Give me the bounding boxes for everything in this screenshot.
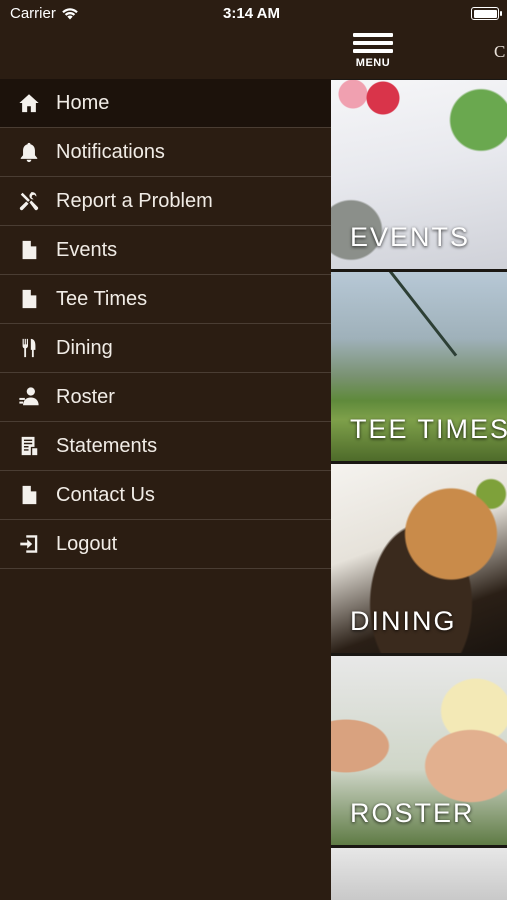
drawer-item-roster[interactable]: Roster — [0, 373, 331, 422]
menu-bar — [353, 49, 393, 53]
home-icon — [0, 92, 56, 114]
menu-bar — [353, 33, 393, 37]
statement-icon — [0, 435, 56, 457]
menu-bar — [353, 41, 393, 45]
tile-title: ROSTER — [350, 798, 475, 828]
tile-title: DINING — [350, 606, 457, 636]
drawer-item-label: Contact Us — [56, 483, 155, 506]
golf-club-image — [381, 272, 458, 357]
menu-button[interactable]: MENU — [353, 33, 393, 69]
tile-title: TEE TIMES — [350, 414, 507, 444]
drawer-item-label: Events — [56, 238, 118, 261]
tools-icon — [0, 190, 56, 212]
logout-icon — [0, 533, 56, 555]
drawer-item-label: Home — [56, 91, 110, 114]
drawer-menu: Home Notifications Report a Problem Even… — [0, 79, 331, 569]
drawer-item-label: Logout — [56, 532, 118, 555]
battery-icon — [471, 7, 502, 20]
main-content: MENU C EVENTS TEE TIMES DINING ROSTER — [331, 0, 507, 900]
tile-dining[interactable]: DINING — [331, 464, 507, 653]
drawer-item-label: Statements — [56, 434, 158, 457]
tile-roster[interactable]: ROSTER — [331, 656, 507, 845]
drawer-item-home[interactable]: Home — [0, 79, 331, 128]
document-icon — [0, 484, 56, 506]
person-icon — [0, 386, 56, 408]
drawer-item-label: Report a Problem — [56, 189, 213, 212]
document-icon — [0, 239, 56, 261]
drawer-item-statements[interactable]: Statements — [0, 422, 331, 471]
tile-events[interactable]: EVENTS — [331, 80, 507, 269]
bell-icon — [0, 141, 56, 163]
document-icon — [0, 288, 56, 310]
drawer-item-label: Dining — [56, 336, 113, 359]
drawer-item-tee-times[interactable]: Tee Times — [0, 275, 331, 324]
drawer-item-label: Tee Times — [56, 287, 148, 310]
drawer-item-label: Notifications — [56, 140, 165, 163]
menu-label: MENU — [355, 57, 391, 69]
tile-title: EVENTS — [350, 222, 471, 252]
drawer-item-dining[interactable]: Dining — [0, 324, 331, 373]
status-time: 3:14 AM — [0, 5, 507, 22]
header-title-partial: C — [494, 42, 506, 61]
drawer-item-contact-us[interactable]: Contact Us — [0, 471, 331, 520]
fork-knife-icon — [0, 337, 56, 359]
drawer-item-label: Roster — [56, 385, 115, 408]
drawer-item-notifications[interactable]: Notifications — [0, 128, 331, 177]
side-drawer: Home Notifications Report a Problem Even… — [0, 0, 331, 900]
drawer-item-logout[interactable]: Logout — [0, 520, 331, 569]
time-label: 3:14 AM — [223, 5, 280, 22]
battery-fill — [473, 9, 497, 18]
tile-tee-times[interactable]: TEE TIMES — [331, 272, 507, 461]
status-bar: Carrier 3:14 AM — [0, 0, 507, 28]
tile-next-partial[interactable] — [331, 848, 507, 900]
drawer-item-report-a-problem[interactable]: Report a Problem — [0, 177, 331, 226]
drawer-item-events[interactable]: Events — [0, 226, 331, 275]
